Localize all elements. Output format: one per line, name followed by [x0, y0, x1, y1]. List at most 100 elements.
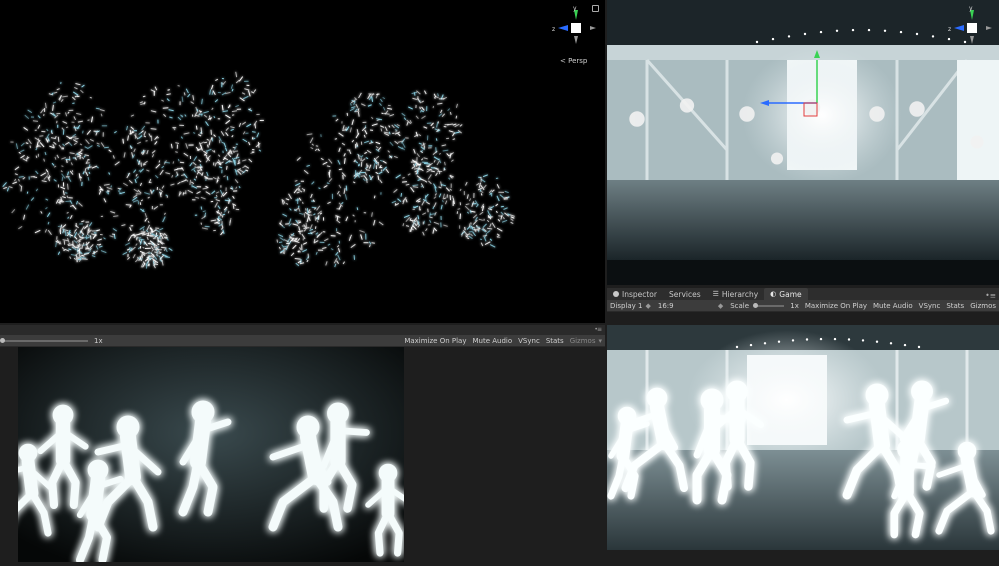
- particle-8-19: [338, 248, 341, 253]
- x-axis-cone[interactable]: [590, 26, 596, 30]
- particle-3-35: [183, 132, 190, 135]
- display-select[interactable]: Display 1: [607, 302, 645, 310]
- particle-12-42: [459, 213, 461, 220]
- particle-11-9: [440, 181, 443, 187]
- particle-3-36: [171, 174, 174, 178]
- maximize-on-play-toggle-2[interactable]: Maximize On Play: [401, 337, 469, 345]
- stats-toggle[interactable]: Stats: [943, 302, 967, 310]
- neg-y-axis-cone[interactable]: [574, 36, 578, 44]
- particle-4-100: [234, 179, 239, 184]
- scale-slider[interactable]: [753, 302, 785, 308]
- mute-audio-toggle-2[interactable]: Mute Audio: [469, 337, 515, 345]
- scale-slider-2[interactable]: [0, 337, 88, 343]
- barn-light-9: [899, 30, 903, 34]
- particle-11-52: [412, 208, 415, 210]
- particle-1-14: [53, 141, 57, 145]
- gizmos-dropdown-2[interactable]: Gizmos: [567, 337, 599, 345]
- barn-light-10: [915, 32, 919, 36]
- particle-8-60: [341, 172, 347, 177]
- particle-2-100: [110, 185, 113, 188]
- particle-4-48: [210, 129, 212, 135]
- scene-view[interactable]: y z < Persp: [0, 0, 605, 323]
- particle-2-61: [141, 125, 146, 131]
- particle-2-6: [103, 198, 107, 203]
- particle-7-95: [95, 245, 99, 250]
- scale-slider-knob[interactable]: [753, 302, 759, 308]
- projection-toggle[interactable]: < Persp: [560, 57, 587, 65]
- maximize-on-play-toggle[interactable]: Maximize On Play: [802, 302, 870, 310]
- particle-0-89: [45, 198, 49, 201]
- particle-11-82: [429, 216, 433, 219]
- barn-light-4: [819, 30, 823, 34]
- particle-6-35: [142, 228, 145, 231]
- particle-3-85: [173, 127, 176, 131]
- particle-3-84: [158, 160, 161, 163]
- z-axis-cone-2[interactable]: [954, 25, 964, 31]
- particle-13-63: [306, 208, 309, 214]
- particle-4-1: [239, 97, 245, 102]
- particle-7-78: [85, 248, 88, 250]
- particle-12-62: [500, 214, 503, 220]
- particle-12-107: [457, 208, 461, 210]
- mute-audio-toggle[interactable]: Mute Audio: [870, 302, 916, 310]
- particle-3-2: [146, 169, 150, 172]
- silhouette-render-view[interactable]: [18, 347, 404, 562]
- vsync-toggle[interactable]: VSync: [916, 302, 944, 310]
- center-cube-2[interactable]: [967, 23, 977, 33]
- center-cube[interactable]: [571, 23, 581, 33]
- particle-11-17: [402, 181, 407, 183]
- particle-12-21: [495, 177, 499, 180]
- particle-12-98: [480, 190, 484, 193]
- panel-menu-icon-2[interactable]: •≡: [594, 326, 602, 333]
- particle-3-111: [198, 134, 202, 137]
- particle-2-68: [151, 150, 156, 154]
- particle-10-114: [437, 121, 440, 124]
- particle-2-67: [144, 217, 148, 222]
- tab-game[interactable]: ◐ Game: [764, 288, 808, 300]
- particle-2-93: [106, 186, 113, 190]
- tab-inspector[interactable]: Inspector: [607, 288, 663, 300]
- gizmos-dropdown[interactable]: Gizmos: [967, 302, 999, 310]
- particle-11-26: [440, 215, 442, 220]
- particle-2-55: [144, 213, 147, 218]
- top-right-scene-view[interactable]: y z: [607, 0, 999, 285]
- stats-toggle-2[interactable]: Stats: [543, 337, 567, 345]
- tab-hierarchy[interactable]: ☰ Hierarchy: [707, 288, 765, 300]
- barn-light-11: [931, 35, 935, 38]
- particle-9-84: [382, 160, 387, 164]
- particle-0-0: [14, 173, 18, 176]
- particle-11-47: [443, 224, 448, 227]
- particle-12-60: [465, 181, 468, 186]
- particle-1-72: [101, 125, 108, 127]
- particle-9-43: [359, 172, 366, 174]
- particle-12-69: [466, 194, 469, 199]
- x-axis-cone-2[interactable]: [986, 26, 992, 30]
- particle-11-80: [407, 173, 411, 176]
- particle-11-25: [434, 193, 437, 196]
- particle-3-79: [176, 168, 183, 170]
- neg-y-axis-cone-2[interactable]: [970, 36, 974, 44]
- top-right-orientation-gizmo[interactable]: y z: [948, 4, 996, 52]
- vsync-toggle-2[interactable]: VSync: [515, 337, 543, 345]
- particle-11-22: [432, 229, 435, 234]
- particle-9-72: [357, 154, 360, 160]
- z-axis-cone[interactable]: [558, 25, 568, 31]
- particle-0-8: [20, 142, 25, 147]
- particle-3-19: [191, 184, 193, 188]
- particle-11-75: [441, 200, 444, 203]
- aspect-select[interactable]: 16:9: [655, 302, 718, 310]
- game-view[interactable]: [607, 325, 999, 550]
- particle-13-81: [292, 223, 299, 226]
- lock-icon[interactable]: [592, 5, 599, 12]
- particle-9-22: [379, 102, 382, 106]
- particle-9-100: [364, 125, 367, 129]
- tab-services[interactable]: Services: [663, 288, 707, 300]
- particle-2-85: [146, 224, 151, 231]
- panel-menu-icon[interactable]: •≡: [982, 291, 999, 300]
- scale-slider-knob-2[interactable]: [0, 337, 5, 343]
- particle-8-53: [294, 180, 298, 182]
- particle-9-78: [360, 141, 363, 145]
- game-light-2: [763, 342, 767, 345]
- particle-11-51: [391, 200, 397, 204]
- particle-2-72: [110, 211, 116, 214]
